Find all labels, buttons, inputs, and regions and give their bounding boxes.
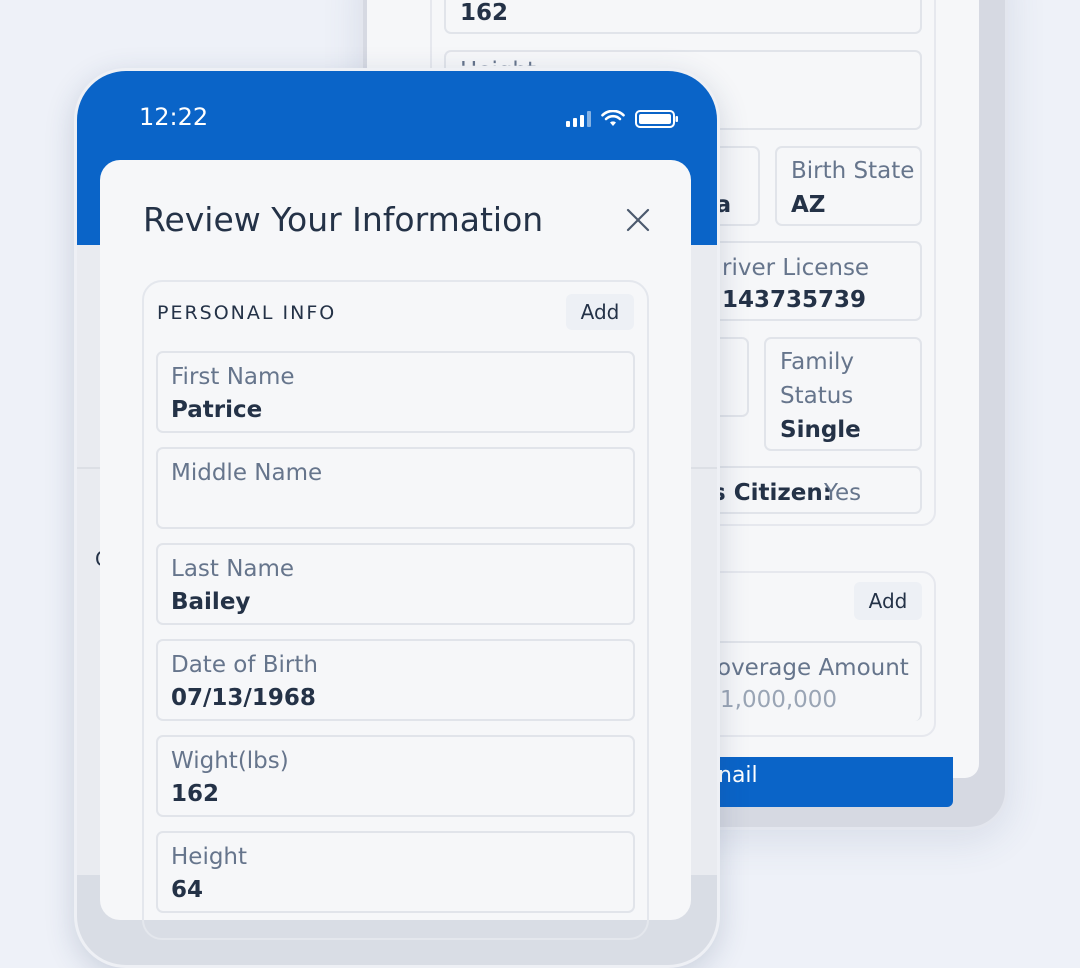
back-birth-state-field[interactable]: Birth State AZ [775,146,922,226]
last-name-field[interactable]: Last Name Bailey [156,543,635,625]
back-submit-label: nail [718,763,758,788]
back-birth-state-label: Birth State [791,158,915,184]
back-weight-field[interactable]: 162 [444,0,922,34]
back-citizen-label: s Citizen: [712,480,832,506]
back-driver-license-value: 143735739 [722,287,867,313]
back-coverage-value: 1,000,000 [720,687,838,713]
back-family-status-field[interactable]: Family Status Single [764,337,922,451]
section-title: PERSONAL INFO [157,302,337,324]
back-driver-license-label: river License [722,255,870,281]
field-label: Wight(lbs) [171,748,289,774]
field-label: Date of Birth [171,652,318,678]
field-label: Middle Name [171,460,323,486]
height-field[interactable]: Height 64 [156,831,635,913]
date-of-birth-field[interactable]: Date of Birth 07/13/1968 [156,639,635,721]
field-value: Patrice [171,397,263,423]
back-coverage-label: overage Amount [717,655,909,681]
add-button[interactable]: Add [566,294,634,330]
field-label: First Name [171,364,295,390]
wifi-icon [601,110,625,126]
back-family-status-label-1: Family [780,349,855,375]
back-family-status-label-2: Status [780,383,854,409]
back-add-button[interactable]: Add [854,582,922,620]
weight-field[interactable]: Wight(lbs) 162 [156,735,635,817]
field-value: 07/13/1968 [171,685,316,711]
middle-name-field[interactable]: Middle Name [156,447,635,529]
back-family-status-value: Single [780,417,861,443]
battery-icon [635,110,678,128]
field-value: 162 [171,781,220,807]
back-birth-state-value: AZ [791,192,826,218]
modal-title: Review Your Information [143,200,544,239]
status-time: 12:22 [139,103,209,131]
field-label: Height [171,844,248,870]
back-weight-value: 162 [460,0,509,26]
field-label: Last Name [171,556,295,582]
status-icons [566,109,679,129]
close-icon[interactable] [622,204,654,236]
signal-icon [566,111,591,127]
back-citizen-value: Yes [824,480,862,506]
back-submit-button[interactable]: nail [700,757,953,807]
field-value: Bailey [171,589,251,615]
first-name-field[interactable]: First Name Patrice [156,351,635,433]
field-value: 64 [171,877,204,903]
